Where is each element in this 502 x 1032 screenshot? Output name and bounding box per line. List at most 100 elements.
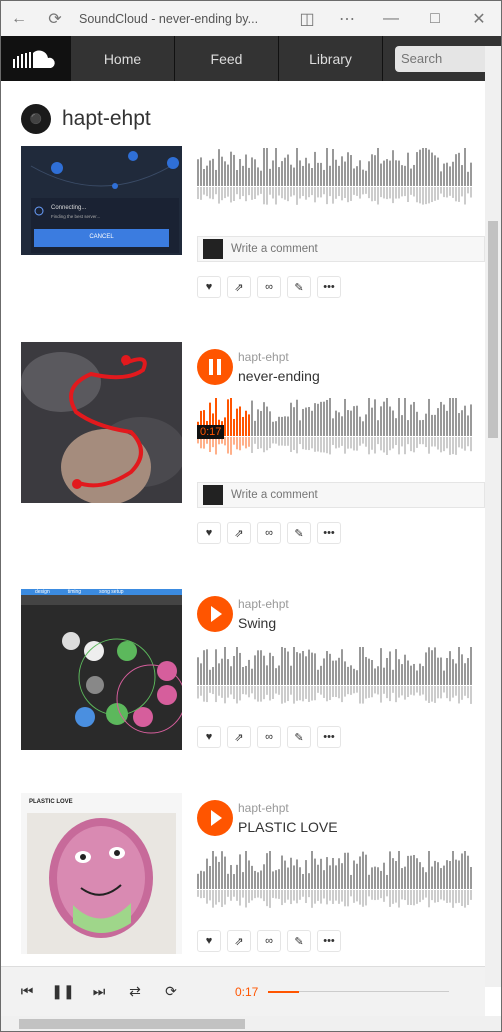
waveform-bar-reflection — [299, 437, 301, 445]
waveform-bar — [323, 169, 325, 186]
waveform[interactable] — [197, 148, 473, 208]
pause-icon[interactable]: ❚❚ — [45, 974, 81, 1010]
edit-icon[interactable]: ✎ — [287, 930, 311, 952]
player-progress[interactable] — [268, 990, 300, 993]
repost-icon[interactable]: ⇗ — [227, 522, 251, 544]
repeat-icon[interactable]: ⟳ — [153, 974, 189, 1010]
search-input[interactable] — [395, 45, 491, 72]
edit-icon[interactable]: ✎ — [287, 522, 311, 544]
waveform-bar — [428, 647, 430, 685]
waveform[interactable] — [197, 647, 473, 707]
waveform-bar — [197, 159, 199, 186]
track-artwork[interactable]: PLASTIC LOVE — [21, 793, 182, 954]
more-icon[interactable]: ••• — [317, 276, 341, 298]
waveform-bar — [320, 401, 322, 436]
waveform-bar-reflection — [248, 187, 250, 196]
waveform-bar — [401, 415, 403, 436]
waveform-bar-reflection — [236, 686, 238, 704]
more-icon[interactable]: ••• — [317, 522, 341, 544]
more-icon[interactable]: ⋯ — [325, 1, 369, 36]
waveform-bar-reflection — [290, 437, 292, 452]
waveform-bar-reflection — [272, 437, 274, 444]
back-icon[interactable]: ← — [1, 1, 37, 36]
waveform[interactable] — [197, 851, 473, 911]
waveform-bar-reflection — [365, 437, 367, 447]
cast-icon[interactable]: ◫ — [289, 1, 325, 36]
minimize-icon[interactable]: — — [369, 1, 413, 36]
track-user[interactable]: hapt-ehpt — [238, 597, 289, 611]
waveform-bar — [230, 398, 232, 436]
link-icon[interactable]: ∞ — [257, 930, 281, 952]
comment-input[interactable] — [231, 243, 461, 255]
like-icon[interactable]: ♥ — [197, 522, 221, 544]
waveform-bar-reflection — [302, 437, 304, 450]
waveform-bar — [209, 865, 211, 889]
waveform-bar — [395, 160, 397, 186]
track-actions: ♥ ⇗ ∞ ✎ ••• — [197, 930, 347, 952]
waveform-bar-reflection — [239, 187, 241, 200]
track-artwork[interactable]: design timing song setup — [21, 589, 182, 750]
like-icon[interactable]: ♥ — [197, 276, 221, 298]
track-artwork[interactable]: Connecting... Finding the best server...… — [21, 146, 182, 255]
like-icon[interactable]: ♥ — [197, 930, 221, 952]
link-icon[interactable]: ∞ — [257, 726, 281, 748]
waveform-bar-reflection — [251, 437, 253, 453]
waveform-bar-reflection — [443, 890, 445, 901]
waveform-bar-reflection — [467, 890, 469, 905]
waveform-bar — [404, 654, 406, 685]
more-icon[interactable]: ••• — [317, 726, 341, 748]
waveform-bar-reflection — [371, 686, 373, 698]
play-button[interactable] — [197, 800, 233, 836]
player-progress-track[interactable] — [299, 991, 450, 992]
track-user[interactable]: hapt-ehpt — [238, 801, 289, 815]
comment-box[interactable] — [197, 482, 485, 508]
like-icon[interactable]: ♥ — [197, 726, 221, 748]
previous-icon[interactable]: ⏮ — [9, 974, 45, 1010]
play-button[interactable] — [197, 596, 233, 632]
nav-home[interactable]: Home — [71, 36, 175, 81]
vertical-scrollbar[interactable] — [485, 46, 501, 987]
vertical-scroll-thumb[interactable] — [488, 221, 498, 438]
comment-box[interactable] — [197, 236, 485, 262]
track-artwork[interactable] — [21, 342, 182, 503]
shuffle-icon[interactable]: ⇄ — [117, 974, 153, 1010]
horizontal-scrollbar[interactable] — [1, 1016, 501, 1031]
track-user[interactable]: hapt-ehpt — [238, 350, 289, 364]
waveform-bar-reflection — [413, 890, 415, 906]
waveform-bar — [278, 167, 280, 186]
close-icon[interactable]: ✕ — [457, 1, 501, 36]
maximize-icon[interactable]: □ — [413, 1, 457, 36]
nav-library[interactable]: Library — [279, 36, 383, 81]
more-icon[interactable]: ••• — [317, 930, 341, 952]
comment-input[interactable] — [231, 489, 461, 501]
waveform-bar — [251, 400, 253, 436]
pause-button[interactable] — [197, 349, 233, 385]
refresh-icon[interactable]: ⟳ — [37, 1, 73, 36]
waveform-bar — [374, 399, 376, 436]
track-title[interactable]: never-ending — [238, 368, 320, 384]
waveform-bar — [341, 649, 343, 685]
repost-icon[interactable]: ⇗ — [227, 726, 251, 748]
next-icon[interactable]: ⏭ — [81, 974, 117, 1010]
track-title[interactable]: PLASTIC LOVE — [238, 819, 338, 835]
soundcloud-logo[interactable] — [1, 36, 71, 81]
avatar[interactable]: ⚫ — [21, 104, 51, 134]
nav-feed[interactable]: Feed — [175, 36, 279, 81]
repost-icon[interactable]: ⇗ — [227, 276, 251, 298]
edit-icon[interactable]: ✎ — [287, 726, 311, 748]
waveform[interactable] — [197, 398, 473, 458]
horizontal-scroll-thumb[interactable] — [19, 1019, 245, 1029]
track-title[interactable]: Swing — [238, 615, 276, 631]
waveform-bar — [296, 859, 298, 889]
link-icon[interactable]: ∞ — [257, 276, 281, 298]
waveform-bar-reflection — [347, 686, 349, 695]
waveform-bar-reflection — [326, 890, 328, 905]
waveform-bar-reflection — [200, 890, 202, 899]
repost-icon[interactable]: ⇗ — [227, 930, 251, 952]
waveform-bar — [218, 149, 220, 186]
link-icon[interactable]: ∞ — [257, 522, 281, 544]
waveform-bar-reflection — [359, 686, 361, 704]
edit-icon[interactable]: ✎ — [287, 276, 311, 298]
waveform-bar-reflection — [461, 187, 463, 197]
profile-username[interactable]: hapt-ehpt — [62, 107, 151, 131]
